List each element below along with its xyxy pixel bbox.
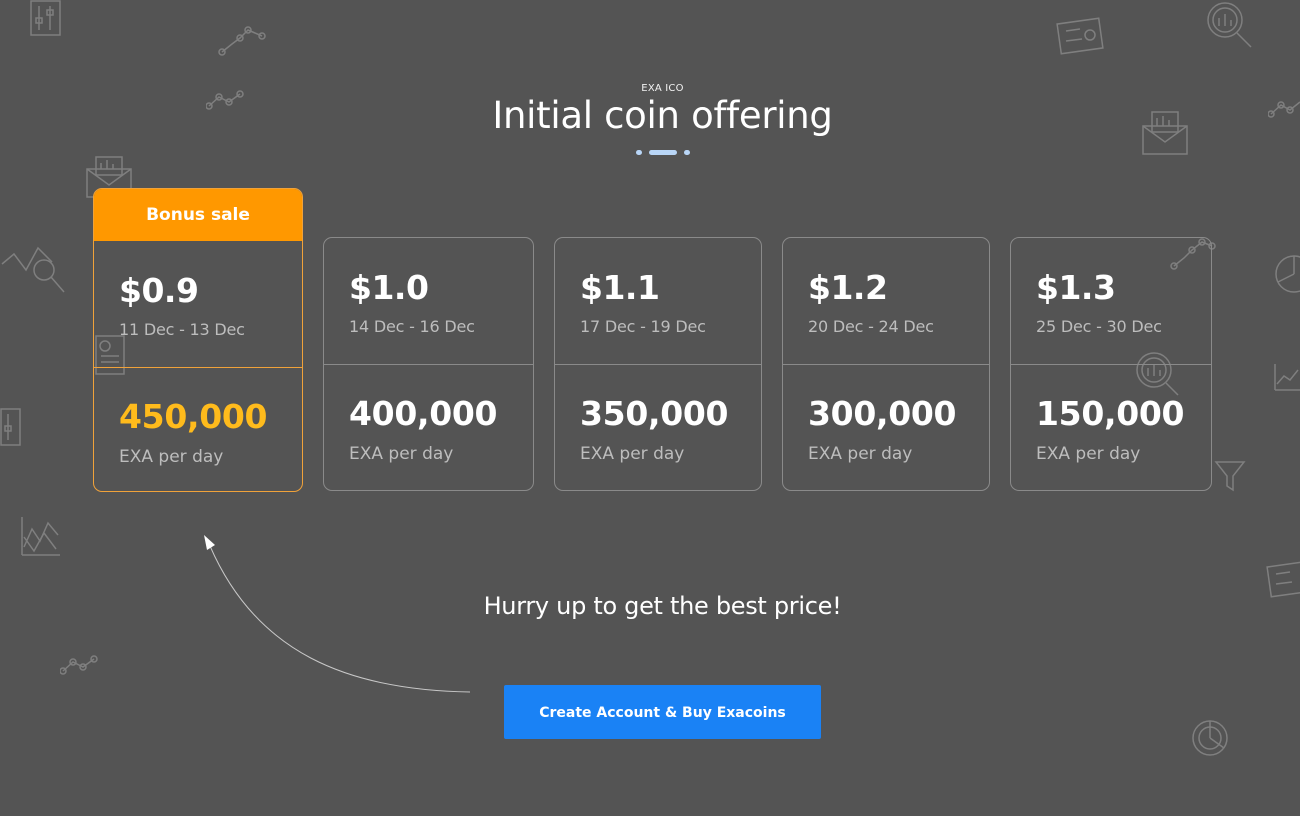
tier-unit: EXA per day [1036,444,1141,464]
tier-amount: 150,000 [1036,394,1185,433]
tier-price-section: $0.9 11 Dec - 13 Dec [94,241,302,367]
price-tier-card-bonus: Bonus sale $0.9 11 Dec - 13 Dec 450,000 … [93,188,303,492]
cta-tagline: Hurry up to get the best price! [483,592,842,620]
tier-amount: 450,000 [119,397,268,436]
tier-price: $0.9 [119,271,199,310]
tier-amount: 400,000 [349,394,498,433]
tier-price-section: $1.3 25 Dec - 30 Dec [1011,238,1211,364]
trend-dots-icon [60,655,98,675]
tier-price: $1.3 [1036,268,1116,307]
pie-chart-icon [1272,254,1300,296]
title-underline [636,141,690,160]
sliders-icon [0,408,22,448]
funnel-icon [1214,460,1246,492]
tier-dates: 25 Dec - 30 Dec [1036,317,1162,336]
tier-price: $1.0 [349,268,429,307]
tier-dates: 14 Dec - 16 Dec [349,317,475,336]
chart-sketch-icon [18,515,62,559]
analytics-search-icon [0,240,70,296]
tier-amount: 350,000 [580,394,729,433]
report-card-icon [1056,15,1106,57]
pie-chart-icon [1190,718,1230,758]
tier-price-section: $1.2 20 Dec - 24 Dec [783,238,989,364]
tier-price: $1.1 [580,268,660,307]
tier-price-section: $1.0 14 Dec - 16 Dec [324,238,533,364]
magnifier-chart-icon [1203,0,1255,50]
line-graph-icon [218,20,266,56]
tier-dates: 20 Dec - 24 Dec [808,317,934,336]
price-tier-card: $1.3 25 Dec - 30 Dec 150,000 EXA per day [1010,237,1212,491]
tier-amount-section: 150,000 EXA per day [1011,365,1211,491]
sliders-icon [30,0,62,38]
line-chart-icon [1272,362,1300,392]
tier-unit: EXA per day [349,444,454,464]
tier-amount-section: 300,000 EXA per day [783,365,989,491]
tier-dates: 17 Dec - 19 Dec [580,317,706,336]
page-title: Initial coin offering [492,94,833,137]
create-account-button[interactable]: Create Account & Buy Exacoins [504,685,821,739]
tier-amount-section: 350,000 EXA per day [555,365,761,491]
tier-amount-section: 450,000 EXA per day [94,368,302,491]
price-tier-card: $1.0 14 Dec - 16 Dec 400,000 EXA per day [323,237,534,491]
tier-price: $1.2 [808,268,888,307]
tier-unit: EXA per day [580,444,685,464]
tier-unit: EXA per day [119,447,224,467]
section-eyebrow: EXA ICO [641,83,684,94]
bonus-sale-badge: Bonus sale [94,189,302,241]
price-tier-card: $1.1 17 Dec - 19 Dec 350,000 EXA per day [554,237,762,491]
price-tier-card: $1.2 20 Dec - 24 Dec 300,000 EXA per day [782,237,990,491]
tier-price-section: $1.1 17 Dec - 19 Dec [555,238,761,364]
tier-dates: 11 Dec - 13 Dec [119,320,245,339]
tier-unit: EXA per day [808,444,913,464]
tier-amount-section: 400,000 EXA per day [324,365,533,491]
tier-amount: 300,000 [808,394,957,433]
